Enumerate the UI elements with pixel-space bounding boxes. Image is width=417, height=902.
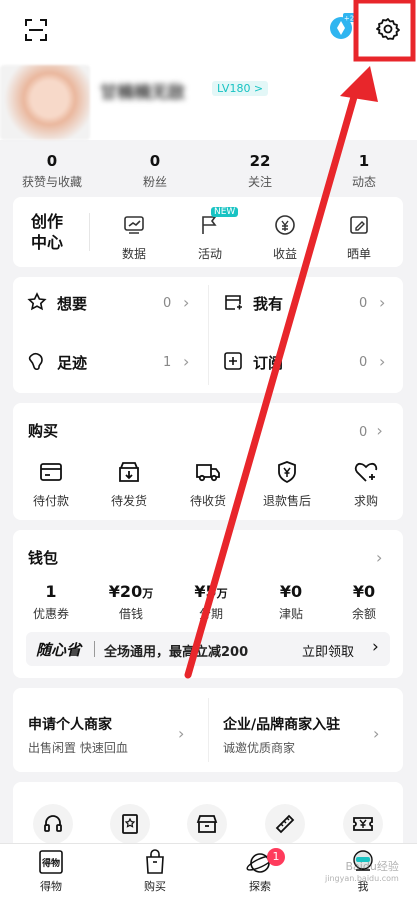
tab-dewu[interactable]: 得物 得物 [16,848,86,894]
card-icon [16,458,86,486]
watermark: Baidu经验 jingyan.baidu.com [325,860,399,883]
yen-ticket-icon[interactable] [343,804,383,844]
promo-banner[interactable]: 随心省 全场通用，最高立减200 立即领取 › [26,632,390,666]
ruler-icon[interactable] [265,804,305,844]
truck-icon [173,458,243,486]
creator-activity-item[interactable]: NEW 活动 [175,207,245,262]
creator-data-item[interactable]: 数据 [99,211,169,262]
certificate-icon[interactable] [110,804,150,844]
box-icon [223,292,243,316]
balance-item[interactable]: ¥0 余额 [329,582,399,622]
avatar[interactable] [0,65,90,140]
star-icon [27,292,47,316]
chevron-right-icon: › [183,293,190,312]
want-row[interactable]: 想要 0 › [27,291,197,315]
want-to-buy-item[interactable]: 求购 [331,458,401,509]
subscription-row[interactable]: 订阅 0 › [223,350,393,374]
footprint-icon [27,351,47,375]
chart-icon [99,211,169,239]
purchase-count[interactable]: 0 › [359,421,383,440]
enterprise-merchant-entry[interactable]: 企业/品牌商家入驻 诚邀优质商家 › [223,714,393,756]
notification-badge: 1 [267,848,285,866]
level-badge[interactable]: LV180 > [212,81,269,96]
package-icon [94,458,164,486]
tab-explore[interactable]: 1 探索 [225,848,295,894]
pending-payment-item[interactable]: 待付款 [16,458,86,509]
promo-text: 全场通用，最高立减200 [104,645,249,660]
planet-icon [225,848,295,876]
edit-note-icon [324,211,394,239]
plus-square-icon [223,351,243,375]
scan-icon[interactable] [22,16,50,44]
owned-row[interactable]: 我有 0 › [223,291,393,315]
chevron-right-icon: › [379,293,386,312]
chevron-right-icon[interactable]: › [376,548,382,567]
merchant-card: 申请个人商家 出售闲置 快速回血 › 企业/品牌商家入驻 诚邀优质商家 › [13,688,403,772]
vip-badge-icon[interactable]: +2 [326,12,356,42]
creator-center-card: 创作 中心 数据 NEW 活动 收益 晒单 [13,197,403,267]
yen-coin-icon [250,211,320,239]
footprint-row[interactable]: 足迹 1 › [27,350,197,374]
wallet-title[interactable]: 钱包 [28,547,58,568]
heart-plus-icon [331,458,401,486]
tab-buy[interactable]: 购买 [120,848,190,894]
pending-shipment-item[interactable]: 待发货 [94,458,164,509]
creator-showcase-item[interactable]: 晒单 [324,211,394,262]
borrow-item[interactable]: ¥20万 借钱 [96,582,166,622]
personal-merchant-entry[interactable]: 申请个人商家 出售闲置 快速回血 › [28,714,198,756]
divider [208,285,209,385]
installment-item[interactable]: ¥5万 分期 [176,582,246,622]
divider [89,213,90,251]
chevron-right-icon: › [183,352,190,371]
chevron-right-icon: › [379,352,386,371]
purchase-card: 购买 0 › 待付款 待发货 待收货 退款售后 求购 [13,403,403,520]
divider [208,698,209,762]
purchase-title[interactable]: 购买 [28,420,58,441]
dewu-logo-icon: 得物 [16,848,86,876]
svg-text:+2: +2 [344,15,354,23]
promo-cta[interactable]: 立即领取 [302,641,354,660]
headset-icon[interactable] [33,804,73,844]
chevron-right-icon: › [373,724,380,743]
settings-icon[interactable] [373,14,403,44]
pending-receipt-item[interactable]: 待收货 [173,458,243,509]
collections-card: 想要 0 › 我有 0 › 足迹 1 › 订阅 0 › [13,277,403,393]
creator-income-item[interactable]: 收益 [250,211,320,262]
stat-followers[interactable]: 0 粉丝 [115,152,195,190]
allowance-item[interactable]: ¥0 津贴 [256,582,326,622]
wallet-card: 钱包 › 1 优惠券 ¥20万 借钱 ¥5万 分期 ¥0 津贴 ¥0 余额 随心… [13,530,403,678]
new-badge: NEW [211,207,239,217]
svg-text:得物: 得物 [41,857,60,869]
divider [94,641,95,657]
username[interactable]: 甘楠楠无敌 [100,78,185,103]
shield-yen-icon [252,458,322,486]
stat-likes[interactable]: 0 获赞与收藏 [12,152,92,190]
chevron-right-icon: › [178,724,185,743]
chevron-right-icon: › [376,421,383,440]
stat-following[interactable]: 22 关注 [220,152,300,190]
shopping-bag-icon [120,848,190,876]
services-card [13,782,403,852]
profile-header: +2 甘楠楠无敌 LV180 > [0,0,417,140]
chevron-right-icon: › [372,637,379,657]
promo-brand: 随心省 [36,641,82,659]
creator-center-title[interactable]: 创作 中心 [31,211,63,253]
stat-posts[interactable]: 1 动态 [324,152,404,190]
refund-item[interactable]: 退款售后 [252,458,322,509]
coupon-item[interactable]: 1 优惠券 [16,582,86,622]
store-icon[interactable] [187,804,227,844]
